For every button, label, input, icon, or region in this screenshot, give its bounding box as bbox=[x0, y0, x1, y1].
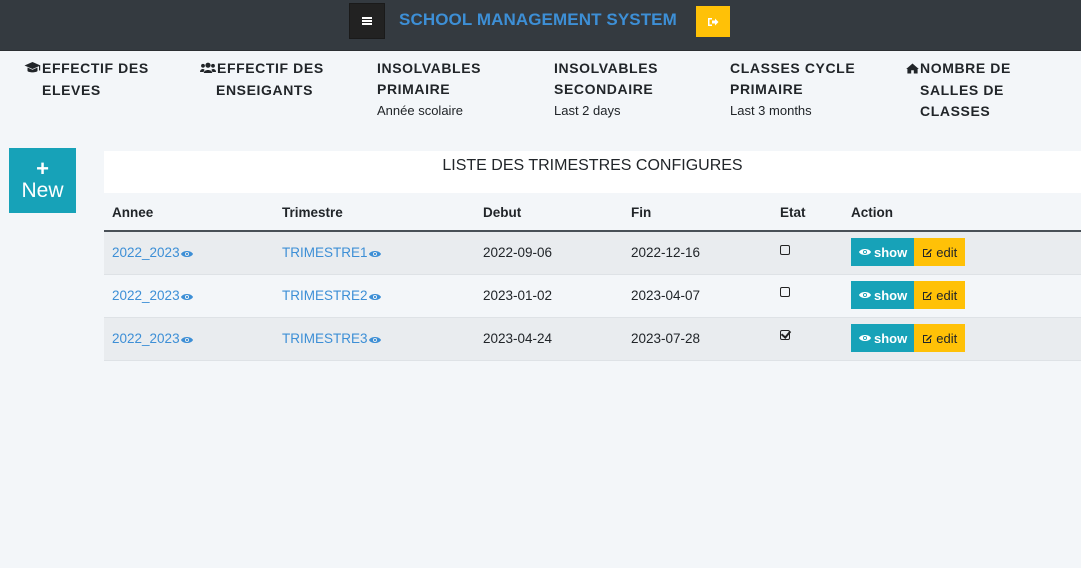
stat-line2: ENSEIGANTS bbox=[216, 82, 314, 98]
stat-line2: PRIMAIRE bbox=[730, 81, 804, 97]
stat-line1: EFFECTIF DES bbox=[217, 60, 324, 76]
table-row: 2022_2023 TRIMESTRE1 2022-09-06 2022-12-… bbox=[104, 231, 1081, 275]
eye-icon bbox=[859, 292, 871, 298]
debut-cell: 2023-01-02 bbox=[475, 274, 623, 318]
show-button[interactable]: show bbox=[851, 238, 915, 267]
trimestre-text: TRIMESTRE3 bbox=[282, 330, 368, 346]
stat-line2: PRIMAIRE bbox=[377, 81, 451, 97]
trimestres-table: Annee Trimestre Debut Fin Etat Action 20… bbox=[104, 194, 1081, 361]
column-header-annee: Annee bbox=[104, 194, 274, 232]
annee-link[interactable]: 2022_2023 bbox=[112, 288, 193, 303]
trimestre-text: TRIMESTRE1 bbox=[282, 244, 368, 260]
stat-effectif-eleves: EFFECTIF DES ELEVES bbox=[24, 58, 164, 101]
stat-subtitle: Année scolaire bbox=[377, 103, 463, 118]
edit-button[interactable]: edit bbox=[914, 324, 966, 352]
fin-cell: 2023-04-07 bbox=[623, 274, 772, 318]
stat-effectif-enseignants: EFFECTIF DES ENSEIGANTS bbox=[200, 58, 340, 101]
eye-icon bbox=[180, 332, 193, 347]
stat-classes-cycle-primaire: CLASSES CYCLE PRIMAIRE Last 3 months bbox=[730, 58, 870, 119]
plus-icon: + bbox=[36, 155, 49, 181]
app-title: SCHOOL MANAGEMENT SYSTEM bbox=[399, 10, 677, 29]
stat-line2: ELEVES bbox=[42, 82, 101, 98]
eye-icon bbox=[180, 246, 193, 261]
home-icon bbox=[906, 59, 919, 80]
menu-toggle-button[interactable] bbox=[349, 3, 385, 39]
edit-button[interactable]: edit bbox=[914, 281, 966, 309]
eye-icon bbox=[180, 289, 193, 304]
stat-line1: INSOLVABLES bbox=[554, 60, 659, 76]
square-icon bbox=[780, 287, 790, 298]
new-button-label: New bbox=[21, 178, 64, 202]
column-header-etat: Etat bbox=[772, 194, 843, 232]
sign-out-icon bbox=[707, 17, 718, 26]
stat-line1: INSOLVABLES bbox=[377, 60, 482, 76]
show-button[interactable]: show bbox=[851, 281, 915, 309]
column-header-trimestre: Trimestre bbox=[274, 194, 475, 232]
stat-line1: CLASSES CYCLE bbox=[730, 60, 856, 76]
edit-label: edit bbox=[936, 244, 958, 260]
edit-button[interactable]: edit bbox=[914, 238, 966, 267]
annee-link[interactable]: 2022_2023 bbox=[112, 245, 193, 260]
users-icon bbox=[200, 59, 216, 80]
column-header-debut: Debut bbox=[475, 194, 623, 232]
show-label: show bbox=[874, 330, 908, 346]
annee-text: 2022_2023 bbox=[112, 330, 180, 346]
stat-line3: CLASSES bbox=[920, 103, 991, 119]
column-header-fin: Fin bbox=[623, 194, 772, 232]
show-button[interactable]: show bbox=[851, 324, 915, 352]
annee-text: 2022_2023 bbox=[112, 287, 180, 303]
annee-text: 2022_2023 bbox=[112, 244, 180, 260]
stat-insolvables-primaire: INSOLVABLES PRIMAIRE Année scolaire bbox=[377, 58, 517, 119]
eye-icon bbox=[368, 246, 381, 261]
new-button[interactable]: + New bbox=[9, 148, 76, 213]
annee-link[interactable]: 2022_2023 bbox=[112, 331, 193, 346]
fin-cell: 2022-12-16 bbox=[623, 231, 772, 275]
edit-icon bbox=[923, 334, 933, 343]
eye-icon bbox=[368, 332, 381, 347]
debut-cell: 2022-09-06 bbox=[475, 231, 623, 275]
table-title: LISTE DES TRIMESTRES CONFIGURES bbox=[104, 151, 1081, 193]
edit-label: edit bbox=[936, 287, 958, 303]
check-square-icon bbox=[780, 330, 790, 341]
square-icon bbox=[780, 244, 790, 255]
stat-line2: SECONDAIRE bbox=[554, 81, 654, 97]
stat-line2: SALLES DE bbox=[920, 82, 1004, 98]
action-buttons: show edit bbox=[851, 324, 966, 352]
eye-icon bbox=[368, 289, 381, 304]
debut-cell: 2023-04-24 bbox=[475, 317, 623, 361]
trimestre-link[interactable]: TRIMESTRE2 bbox=[282, 288, 381, 303]
hamburger-icon bbox=[362, 17, 372, 25]
table-header-row: Annee Trimestre Debut Fin Etat Action bbox=[104, 194, 1081, 232]
graduation-cap-icon bbox=[24, 59, 41, 80]
eye-icon bbox=[859, 249, 871, 256]
edit-label: edit bbox=[936, 330, 958, 346]
table-row: 2022_2023 TRIMESTRE2 2023-01-02 2023-04-… bbox=[104, 274, 1081, 318]
edit-icon bbox=[923, 291, 933, 300]
column-header-action: Action bbox=[843, 194, 1081, 232]
fin-cell: 2023-07-28 bbox=[623, 317, 772, 361]
table-row: 2022_2023 TRIMESTRE3 2023-04-24 2023-07-… bbox=[104, 317, 1081, 361]
eye-icon bbox=[859, 335, 871, 341]
trimestre-link[interactable]: TRIMESTRE1 bbox=[282, 245, 381, 260]
action-buttons: show edit bbox=[851, 238, 966, 267]
stat-subtitle: Last 2 days bbox=[554, 103, 621, 118]
show-label: show bbox=[874, 244, 908, 260]
action-buttons: show edit bbox=[851, 281, 966, 309]
show-label: show bbox=[874, 287, 908, 303]
stat-line1: EFFECTIF DES bbox=[42, 60, 149, 76]
edit-icon bbox=[923, 248, 933, 257]
stat-nombre-salles: NOMBRE DE SALLES DE CLASSES bbox=[906, 58, 1036, 122]
stat-subtitle: Last 3 months bbox=[730, 103, 812, 118]
stat-insolvables-secondaire: INSOLVABLES SECONDAIRE Last 2 days bbox=[554, 58, 694, 119]
top-navbar: SCHOOL MANAGEMENT SYSTEM bbox=[0, 0, 1081, 51]
stat-line1: NOMBRE DE bbox=[920, 60, 1011, 76]
logout-button[interactable] bbox=[696, 6, 730, 37]
trimestre-text: TRIMESTRE2 bbox=[282, 287, 368, 303]
trimestre-link[interactable]: TRIMESTRE3 bbox=[282, 331, 381, 346]
